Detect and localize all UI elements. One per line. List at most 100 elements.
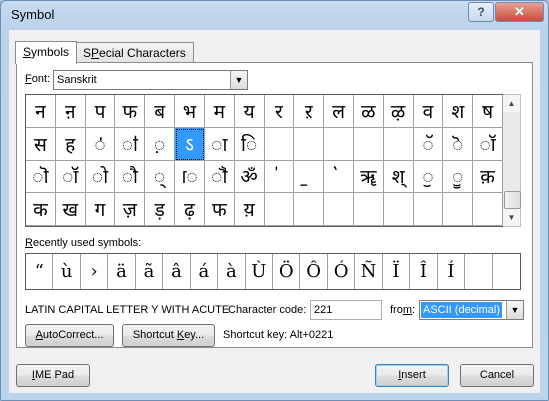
symbol-cell[interactable]: ह	[55, 127, 86, 161]
scroll-thumb[interactable]	[504, 191, 521, 209]
chevron-down-icon[interactable]: ▼	[230, 71, 247, 89]
symbol-cell[interactable]: ॠ	[353, 160, 384, 194]
symbol-cell[interactable]: ऽ	[175, 127, 205, 161]
symbol-cell[interactable]: ऴ	[383, 95, 414, 128]
character-code-input[interactable]: 221	[310, 300, 382, 320]
symbol-cell[interactable]: र	[264, 95, 295, 128]
symbol-cell[interactable]: ॆ	[443, 127, 474, 161]
symbol-cell[interactable]: ॉ	[55, 160, 86, 194]
tab-symbols[interactable]: Symbols	[15, 41, 78, 64]
symbol-cell[interactable]	[473, 193, 503, 226]
symbol-cell[interactable]: ो	[85, 160, 116, 194]
symbol-cell[interactable]: न	[26, 95, 56, 128]
recent-symbol-cell[interactable]: Î	[410, 254, 438, 289]
symbol-cell[interactable]: ष	[473, 95, 503, 128]
symbol-cell[interactable]: ॖ	[413, 160, 444, 194]
symbol-cell[interactable]	[324, 127, 354, 161]
symbol-cell[interactable]: ़	[145, 127, 176, 161]
symbol-cell[interactable]	[294, 127, 325, 161]
recent-symbol-cell[interactable]: Ô	[300, 254, 328, 289]
symbol-cell[interactable]: ऻ	[115, 127, 146, 161]
symbol-cell[interactable]: श्	[383, 160, 414, 194]
symbol-cell[interactable]	[294, 193, 325, 226]
symbol-cell[interactable]: ॉ	[473, 127, 503, 161]
symbol-cell[interactable]: ख	[55, 193, 86, 226]
symbol-cell[interactable]: ऺ	[85, 127, 116, 161]
symbol-cell[interactable]: ॓	[324, 160, 354, 194]
symbol-grid[interactable]: नऩपफबभमयरऱलळऴवशषसहऺऻ़ऽािॅॆॉॊॉोौ्ॎॏॐ॒॑॓ॠश…	[25, 94, 504, 227]
recent-symbol-cell[interactable]: â	[163, 254, 191, 289]
symbol-cell[interactable]: ढ़	[175, 193, 205, 226]
symbol-cell[interactable]	[413, 193, 444, 226]
symbol-cell[interactable]: ळ	[353, 95, 384, 128]
symbol-cell[interactable]: ऱ	[294, 95, 325, 128]
symbol-cell[interactable]: ऩ	[55, 95, 86, 128]
symbol-cell[interactable]: फ	[204, 193, 235, 226]
recent-symbol-cell[interactable]: Ù	[246, 254, 273, 289]
symbol-cell[interactable]: ॒	[294, 160, 325, 194]
symbol-cell[interactable]: क	[26, 193, 56, 226]
symbol-cell[interactable]: प	[85, 95, 116, 128]
symbol-cell[interactable]: य़	[234, 193, 265, 226]
ime-pad-button[interactable]: IME Pad	[16, 364, 90, 387]
symbol-cell[interactable]: ॊ	[26, 160, 56, 194]
recent-symbol-cell[interactable]: á	[191, 254, 219, 289]
recent-symbol-cell[interactable]: ã	[136, 254, 164, 289]
symbol-cell[interactable]: क़	[473, 160, 503, 194]
symbol-cell[interactable]: स	[26, 127, 56, 161]
symbol-cell[interactable]: ा	[204, 127, 235, 161]
help-button[interactable]: ?	[468, 2, 494, 22]
symbol-cell[interactable]: फ	[115, 95, 146, 128]
recent-symbol-cell[interactable]: “	[26, 254, 54, 289]
symbol-cell[interactable]: श	[443, 95, 474, 128]
symbol-cell[interactable]: ्	[145, 160, 176, 194]
recent-symbol-cell[interactable]	[465, 254, 493, 289]
symbol-cell[interactable]: ॐ	[234, 160, 265, 194]
symbol-cell[interactable]	[353, 193, 384, 226]
recent-symbol-cell[interactable]: Ï	[383, 254, 411, 289]
scroll-up-icon[interactable]: ▲	[503, 95, 520, 112]
chevron-down-icon[interactable]: ▼	[506, 301, 523, 319]
symbol-cell[interactable]	[443, 193, 474, 226]
symbol-cell[interactable]: ग	[85, 193, 116, 226]
symbol-cell[interactable]: म	[204, 95, 235, 128]
symbol-cell[interactable]	[383, 193, 414, 226]
recent-symbol-cell[interactable]: Í	[438, 254, 466, 289]
symbol-cell[interactable]: ॗ	[443, 160, 474, 194]
font-select[interactable]: Sanskrit ▼	[53, 70, 248, 90]
symbol-cell[interactable]	[324, 193, 354, 226]
symbol-cell[interactable]: ॎ	[175, 160, 205, 194]
recent-symbol-cell[interactable]: à	[218, 254, 246, 289]
autocorrect-button[interactable]: AutoCorrect...	[25, 324, 114, 347]
symbol-cell[interactable]: ड़	[145, 193, 176, 226]
symbol-cell[interactable]: य	[234, 95, 265, 128]
recent-symbol-cell[interactable]: ›	[81, 254, 109, 289]
recent-symbol-cell[interactable]: Ó	[328, 254, 356, 289]
from-select[interactable]: ASCII (decimal) ▼	[419, 300, 524, 320]
symbol-cell[interactable]: व	[413, 95, 444, 128]
tab-special-characters[interactable]: SPecial Characters	[75, 42, 194, 63]
insert-button[interactable]: Insert	[375, 364, 449, 387]
symbol-cell[interactable]: ौ	[115, 160, 146, 194]
symbol-cell[interactable]	[353, 127, 384, 161]
symbol-cell[interactable]: ि	[234, 127, 265, 161]
symbol-cell[interactable]: भ	[175, 95, 205, 128]
symbol-cell[interactable]: ब	[145, 95, 176, 128]
close-button[interactable]: ✕	[495, 2, 544, 22]
symbol-cell[interactable]: ल	[324, 95, 354, 128]
symbol-cell[interactable]: ज़	[115, 193, 146, 226]
symbol-cell[interactable]: ॅ	[413, 127, 444, 161]
recent-symbol-cell[interactable]	[493, 254, 520, 289]
recent-symbols[interactable]: “ù › ä ã â á à Ù Ö Ô Ó Ñ Ï Î Í	[25, 253, 521, 290]
symbol-cell[interactable]	[264, 193, 295, 226]
symbol-cell[interactable]	[264, 127, 295, 161]
cancel-button[interactable]: Cancel	[460, 364, 534, 387]
recent-symbol-cell[interactable]: ù	[53, 254, 81, 289]
symbol-cell[interactable]: ॑	[264, 160, 295, 194]
symbol-cell[interactable]: ॏ	[204, 160, 235, 194]
recent-symbol-cell[interactable]: Ñ	[355, 254, 383, 289]
recent-symbol-cell[interactable]: ä	[108, 254, 136, 289]
symbol-grid-scrollbar[interactable]: ▲ ▼	[503, 94, 521, 227]
recent-symbol-cell[interactable]: Ö	[273, 254, 301, 289]
scroll-down-icon[interactable]: ▼	[503, 209, 520, 226]
